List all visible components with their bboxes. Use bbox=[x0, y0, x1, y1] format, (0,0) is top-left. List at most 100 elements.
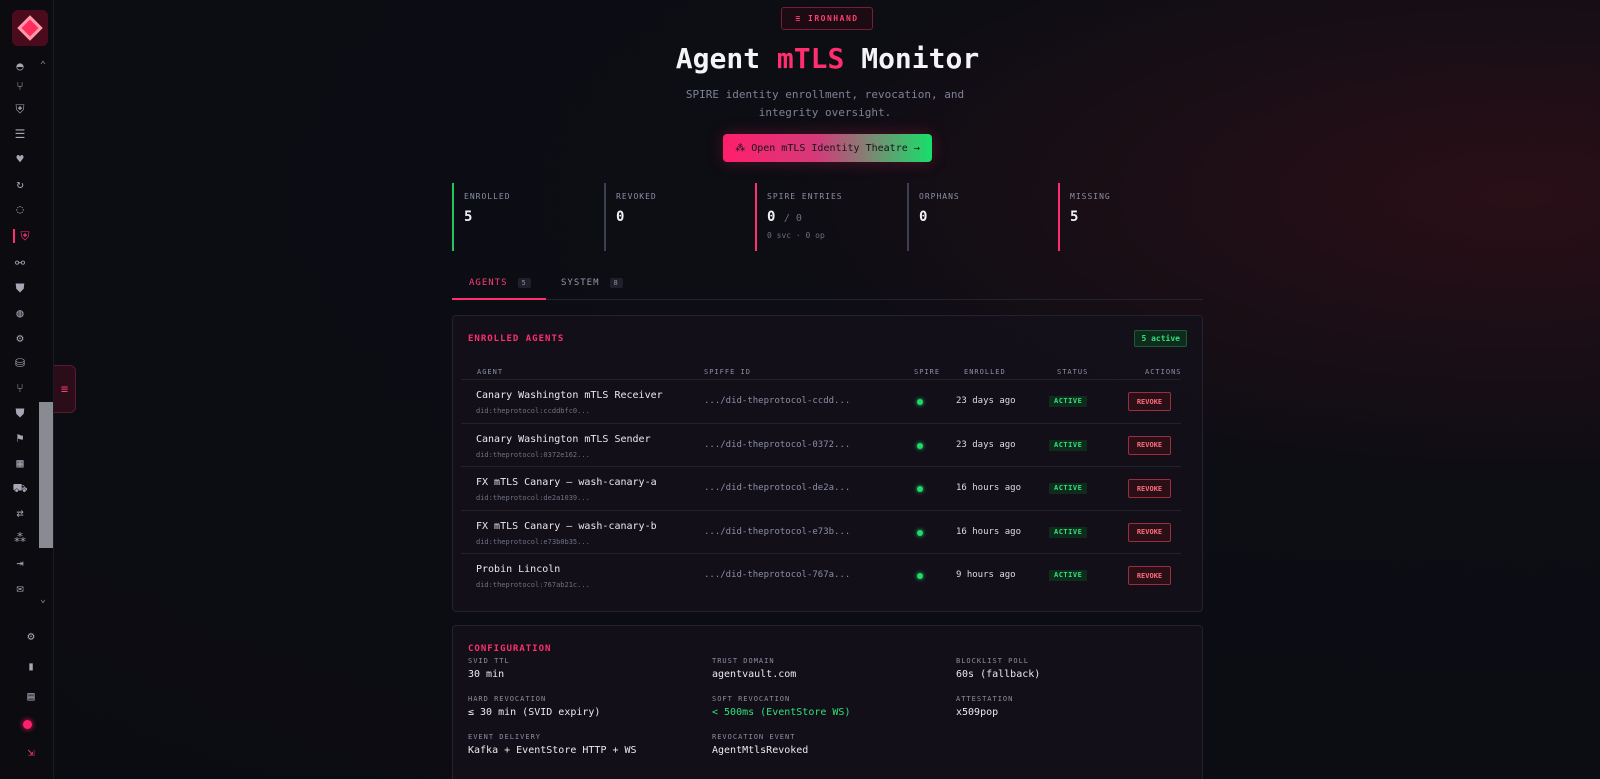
status-badge: ACTIVE bbox=[1049, 483, 1088, 494]
enrolled-time: 16 hours ago bbox=[956, 526, 1022, 537]
swap-icon[interactable]: ⇄ bbox=[12, 505, 28, 521]
database-icon[interactable]: ⛁ bbox=[12, 355, 28, 371]
stat-label: ENROLLED bbox=[464, 192, 511, 201]
tab-agents-label: AGENTS bbox=[469, 278, 508, 288]
table-row[interactable]: FX mTLS Canary — wash-canary-a did:thepro… bbox=[461, 466, 1181, 510]
tab-system[interactable]: SYSTEM 8 bbox=[561, 278, 623, 288]
revoke-button[interactable]: REVOKE bbox=[1128, 392, 1171, 411]
cluster-icon: ⁂ bbox=[735, 142, 746, 154]
column-header-actions: ACTIONS bbox=[1145, 368, 1182, 376]
stat-number: 5 bbox=[464, 209, 473, 225]
enrolled-time: 9 hours ago bbox=[956, 570, 1016, 580]
workflow-icon[interactable]: ⚯ bbox=[12, 255, 28, 271]
tab-system-count: 8 bbox=[609, 278, 623, 288]
agent-name: Canary Washington mTLS Receiver bbox=[476, 390, 663, 401]
table-row[interactable]: Canary Washington mTLS Sender did:theprot… bbox=[461, 422, 1181, 467]
scroll-down-icon[interactable]: ⌄ bbox=[40, 594, 46, 605]
branch-icon[interactable]: ⑂ bbox=[12, 78, 28, 94]
stat-sub: / 0 bbox=[783, 213, 802, 224]
column-header-agent: AGENT bbox=[477, 368, 504, 376]
stat-card: ENROLLED 5 bbox=[452, 183, 599, 251]
spire-status-dot bbox=[917, 529, 923, 536]
revoke-button[interactable]: REVOKE bbox=[1128, 566, 1171, 585]
refresh-icon[interactable]: ↻ bbox=[12, 176, 28, 192]
shield-check-icon[interactable]: ⛊ bbox=[12, 280, 28, 296]
export-icon[interactable]: ⇥ bbox=[12, 555, 28, 571]
config-label: ATTESTATION bbox=[956, 695, 1014, 703]
truck-icon[interactable]: ⛟ bbox=[12, 480, 28, 496]
stat-label: SPIRE ENTRIES bbox=[767, 192, 843, 201]
settings-icon[interactable]: ⚙ bbox=[23, 628, 39, 644]
config-label: BLOCKLIST POLL bbox=[956, 657, 1030, 665]
enrolled-time: 23 days ago bbox=[956, 396, 1016, 406]
revoke-button[interactable]: REVOKE bbox=[1128, 522, 1171, 542]
config-value: agentvault.com bbox=[712, 669, 797, 680]
agent-did: did:theprotocol:767ab21c... bbox=[476, 581, 590, 589]
server-icon[interactable]: ☰ bbox=[12, 126, 28, 142]
heartbeat-icon[interactable]: ♥ bbox=[12, 151, 28, 167]
sidebar-scrollbar[interactable] bbox=[39, 402, 53, 548]
book-icon[interactable]: ▮ bbox=[23, 658, 39, 674]
tab-underline bbox=[452, 298, 546, 300]
stat-number: 0 bbox=[919, 209, 928, 225]
spiffe-id: .../did-theprotocol-767a... bbox=[704, 570, 851, 580]
stat-number: 0 bbox=[767, 209, 776, 225]
spiffe-id: .../did-theprotocol-ccdd... bbox=[704, 396, 851, 406]
table-icon[interactable]: ▦ bbox=[12, 455, 28, 471]
panel-title: ENROLLED AGENTS bbox=[468, 334, 565, 344]
status-badge: ACTIVE bbox=[1049, 570, 1088, 581]
stat-label: REVOKED bbox=[616, 192, 657, 201]
agent-name: FX mTLS Canary — wash-canary-a bbox=[476, 477, 657, 488]
spire-status-dot bbox=[917, 573, 923, 579]
config-label: HARD REVOCATION bbox=[468, 695, 547, 703]
stat-number: 0 bbox=[616, 209, 625, 225]
stat-label: MISSING bbox=[1070, 192, 1111, 201]
cluster-icon[interactable]: ⁂ bbox=[12, 530, 28, 546]
shield-icon[interactable]: ⛨ bbox=[12, 101, 28, 117]
tab-agents-count: 5 bbox=[517, 278, 531, 288]
config-value: x509pop bbox=[956, 707, 999, 718]
stat-value: 5 bbox=[1070, 209, 1195, 225]
active-indicator bbox=[13, 229, 15, 243]
configuration-panel: CONFIGURATION SVID TTL 30 min TRUST DOMAIN… bbox=[452, 625, 1203, 779]
sidebar: ⌃ ⌄ ◓ ⑂ ⛨ ☰ ♥ ↻ ◌ ⛨ ⚯ ⛊ ◍ ⚙ ⛁ ⑂ ⛊ ⚑ ▦ ⛟ … bbox=[0, 0, 54, 779]
mail-icon[interactable]: ✉ bbox=[12, 580, 28, 596]
stat-value: 0 bbox=[919, 209, 1044, 225]
ironhand-logo[interactable] bbox=[12, 10, 48, 46]
mtls-shield-icon[interactable]: ⛨ bbox=[17, 228, 33, 244]
table-row[interactable]: Canary Washington mTLS Receiver did:thepr… bbox=[461, 379, 1181, 423]
config-value: ≤ 30 min (SVID expiry) bbox=[468, 707, 601, 718]
brand-badge: ≡ IRONHAND bbox=[781, 7, 873, 30]
table-row[interactable]: Probin Lincoln did:theprotocol:767ab21c..… bbox=[461, 553, 1181, 597]
config-label: SOFT REVOCATION bbox=[712, 695, 791, 703]
terminal-icon[interactable]: ▤ bbox=[23, 688, 39, 704]
status-badge: ACTIVE bbox=[1049, 526, 1088, 538]
sidebar-toggle-button[interactable]: ≡ bbox=[54, 365, 76, 413]
title-suffix: Monitor bbox=[844, 42, 980, 75]
logo-diamond-icon bbox=[17, 15, 43, 41]
stat-label: ORPHANS bbox=[919, 192, 960, 201]
gear-shield-icon[interactable]: ⚙ bbox=[12, 330, 28, 346]
stat-value: 0 bbox=[616, 209, 741, 225]
table-row[interactable]: FX mTLS Canary — wash-canary-b did:thepro… bbox=[461, 509, 1181, 554]
logout-icon[interactable]: ⇲ bbox=[23, 744, 39, 760]
enrolled-agents-panel: ENROLLED AGENTS 5 active AGENT SPIFFE ID… bbox=[452, 315, 1203, 612]
connection-status-dot bbox=[23, 720, 32, 729]
tab-agents[interactable]: AGENTS 5 bbox=[469, 278, 531, 288]
config-label: EVENT DELIVERY bbox=[468, 733, 542, 741]
open-theatre-button[interactable]: ⁂ Open mTLS Identity Theatre → bbox=[723, 134, 932, 162]
spire-status-dot bbox=[917, 399, 923, 405]
spiffe-id: .../did-theprotocol-0372... bbox=[704, 439, 851, 450]
chat-icon[interactable]: ◌ bbox=[12, 201, 28, 217]
config-value: 30 min bbox=[468, 669, 505, 680]
revoke-button[interactable]: REVOKE bbox=[1128, 479, 1171, 498]
branch2-icon[interactable]: ⑂ bbox=[12, 380, 28, 396]
revoke-button[interactable]: REVOKE bbox=[1128, 435, 1171, 455]
stat-note: 0 svc · 0 op bbox=[767, 231, 825, 240]
shield2-icon[interactable]: ⛊ bbox=[12, 405, 28, 421]
active-count-badge: 5 active bbox=[1134, 330, 1187, 347]
globe-icon[interactable]: ◍ bbox=[12, 305, 28, 321]
agent-name: Canary Washington mTLS Sender bbox=[476, 433, 651, 445]
flag-icon[interactable]: ⚑ bbox=[12, 430, 28, 446]
status-badge: ACTIVE bbox=[1049, 439, 1088, 451]
